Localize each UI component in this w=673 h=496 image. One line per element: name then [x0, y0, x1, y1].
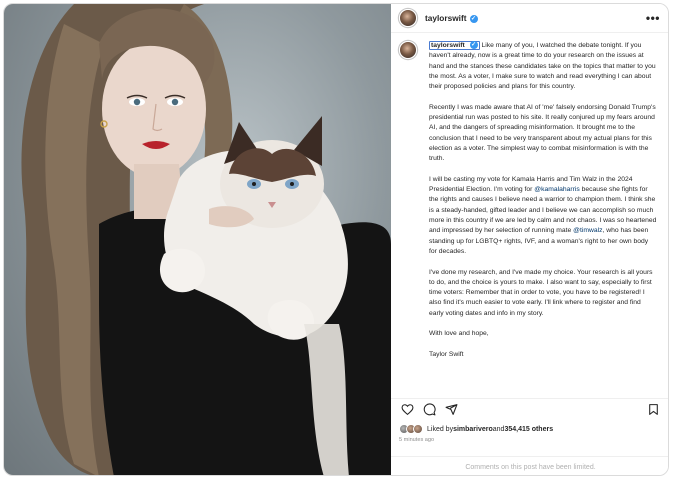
- caption-paragraph-4: I've done my research, and I've made my …: [429, 268, 653, 317]
- liker-avatars: [399, 424, 423, 434]
- comments-limited-notice: Comments on this post have been limited.: [391, 456, 668, 475]
- likes-count-link[interactable]: 354,415 others: [504, 426, 553, 433]
- caption-username-link[interactable]: taylorswift ✓: [429, 41, 480, 50]
- post-header: taylorswift ✓ •••: [391, 4, 668, 33]
- caption-avatar[interactable]: [399, 41, 417, 59]
- caption-username[interactable]: taylorswift: [431, 42, 465, 49]
- caption-text: taylorswift ✓ Like many of you, I watche…: [429, 41, 657, 371]
- heart-icon[interactable]: [401, 403, 414, 416]
- post-details-panel: taylorswift ✓ ••• taylorswift ✓ Like many…: [391, 4, 668, 475]
- caption-verified-badge-icon: ✓: [469, 41, 478, 50]
- post-timestamp[interactable]: 5 minutes ago: [399, 437, 434, 443]
- caption-paragraph-2: Recently I was made aware that AI of 'me…: [429, 103, 656, 163]
- caption-paragraph-5: With love and hope,: [429, 330, 489, 338]
- caption-paragraph-1: taylorswift ✓ Like many of you, I watche…: [429, 41, 657, 92]
- mention-timwalz-link[interactable]: @timwalz: [573, 227, 602, 234]
- likes-summary[interactable]: Liked by simbarivero and 354,415 others: [399, 424, 553, 434]
- portrait-with-cat-image: [21, 4, 391, 475]
- instagram-post: taylorswift ✓ ••• taylorswift ✓ Like many…: [3, 3, 669, 476]
- caption-paragraph-3: I will be casting my vote for Kamala Har…: [429, 175, 657, 257]
- verified-badge-icon: ✓: [469, 14, 478, 23]
- bookmark-icon[interactable]: [647, 403, 660, 416]
- mention-kamalaharris-link[interactable]: @kamalaharris: [534, 186, 580, 193]
- post-photo[interactable]: [4, 4, 391, 475]
- liker-username-link[interactable]: simbarivero: [453, 426, 493, 433]
- share-icon[interactable]: [445, 403, 458, 416]
- more-options-icon[interactable]: •••: [646, 11, 660, 25]
- post-username[interactable]: taylorswift: [425, 13, 467, 23]
- likes-middle: and: [492, 425, 505, 433]
- action-bar: [391, 398, 668, 418]
- comment-icon[interactable]: [423, 403, 436, 416]
- post-username-link[interactable]: taylorswift ✓: [425, 13, 478, 23]
- profile-avatar[interactable]: [399, 9, 417, 27]
- likes-prefix: Liked by: [427, 425, 454, 433]
- liker-avatar: [413, 424, 423, 434]
- caption-paragraph-6: Taylor Swift: [429, 350, 464, 358]
